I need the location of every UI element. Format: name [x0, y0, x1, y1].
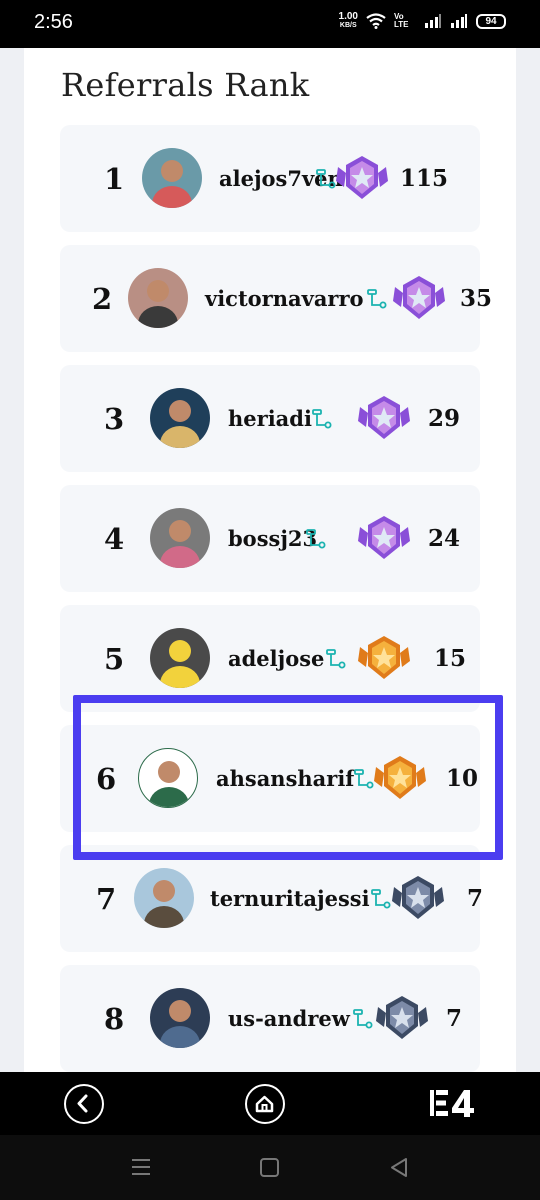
avatar[interactable]	[150, 988, 210, 1048]
rank-number: 8	[104, 1001, 125, 1036]
avatar-image	[160, 640, 200, 688]
referral-link-icon	[312, 409, 332, 429]
network-speed: 1.00 KB/S	[339, 12, 358, 30]
rank-number: 3	[104, 401, 125, 436]
silver-star-badge	[376, 996, 428, 1039]
status-time: 2:56	[34, 11, 73, 33]
avatar[interactable]	[134, 868, 194, 928]
signal-icon	[425, 14, 441, 28]
referral-link-icon	[353, 1009, 373, 1029]
referral-link-icon	[371, 889, 391, 909]
avatar[interactable]	[142, 148, 202, 208]
avatar-image	[160, 1000, 200, 1048]
referral-link-icon	[326, 649, 346, 669]
back-button[interactable]	[64, 1084, 104, 1124]
avatar[interactable]	[128, 268, 188, 328]
recents-icon[interactable]	[131, 1155, 151, 1179]
username[interactable]: victornavarro	[205, 245, 364, 352]
username[interactable]: bossj23	[228, 485, 317, 592]
referral-link-icon	[306, 529, 326, 549]
home-button[interactable]	[245, 1084, 285, 1124]
status-bar: 2:56 1.00 KB/S Vo LTE 94	[0, 0, 540, 48]
signal-icon-2	[451, 14, 467, 28]
back-triangle-icon[interactable]	[388, 1155, 410, 1179]
rank-row[interactable]: 7 ternuritajessi 7	[60, 845, 484, 952]
avatar[interactable]	[150, 388, 210, 448]
username[interactable]: heriadi	[228, 365, 312, 472]
battery-icon: 94	[476, 13, 506, 29]
status-icons: 1.00 KB/S Vo LTE 94	[339, 12, 506, 30]
username[interactable]: ternuritajessi	[210, 845, 370, 952]
volte-indicator: Vo LTE	[394, 12, 409, 29]
rank-row[interactable]: 8 us-andrew 7	[60, 965, 480, 1072]
referral-count: 35	[460, 285, 493, 312]
app-bottom-nav	[0, 1072, 540, 1135]
rank-number: 7	[96, 881, 117, 916]
referral-count: 7	[446, 1005, 463, 1032]
avatar-image	[144, 880, 184, 928]
network-speed-unit: KB/S	[339, 22, 357, 29]
referral-count: 7	[467, 885, 484, 912]
e4-logo[interactable]	[428, 1086, 476, 1120]
referral-count: 29	[428, 405, 461, 432]
wifi-icon	[366, 13, 386, 29]
home-square-icon[interactable]	[259, 1155, 281, 1179]
purple-star-badge	[358, 396, 410, 439]
silver-star-badge	[392, 876, 444, 919]
gold-star-badge	[358, 636, 410, 679]
rank-row[interactable]: 3 heriadi 29	[60, 365, 480, 472]
avatar-image	[160, 520, 200, 568]
rank-number: 2	[92, 281, 113, 316]
rank-number: 4	[104, 521, 125, 556]
system-nav-bar	[0, 1135, 540, 1200]
avatar-image	[152, 160, 192, 208]
purple-star-badge	[336, 156, 388, 199]
referral-count: 24	[428, 525, 461, 552]
avatar[interactable]	[150, 628, 210, 688]
avatar[interactable]	[150, 508, 210, 568]
rank-row[interactable]: 2 victornavarro 35	[60, 245, 492, 352]
purple-star-badge	[393, 276, 445, 319]
home-icon	[255, 1095, 274, 1113]
network-speed-value: 1.00	[338, 11, 358, 22]
referral-count: 115	[400, 165, 449, 192]
highlight-own-rank	[73, 695, 503, 860]
avatar-image	[160, 400, 200, 448]
rank-row[interactable]: 1 alejos7ven 115	[60, 125, 480, 232]
referral-link-icon	[367, 289, 387, 309]
rank-number: 1	[104, 161, 125, 196]
referrals-card: Referrals Rank 1 alejos7ven 115 2 victornava…	[24, 48, 516, 1072]
page-title: Referrals Rank	[61, 66, 310, 104]
username[interactable]: us-andrew	[228, 965, 350, 1072]
referral-link-icon	[316, 169, 336, 189]
rank-row[interactable]: 4 bossj23 24	[60, 485, 480, 592]
purple-star-badge	[358, 516, 410, 559]
back-icon	[77, 1094, 88, 1113]
avatar-image	[138, 280, 178, 328]
